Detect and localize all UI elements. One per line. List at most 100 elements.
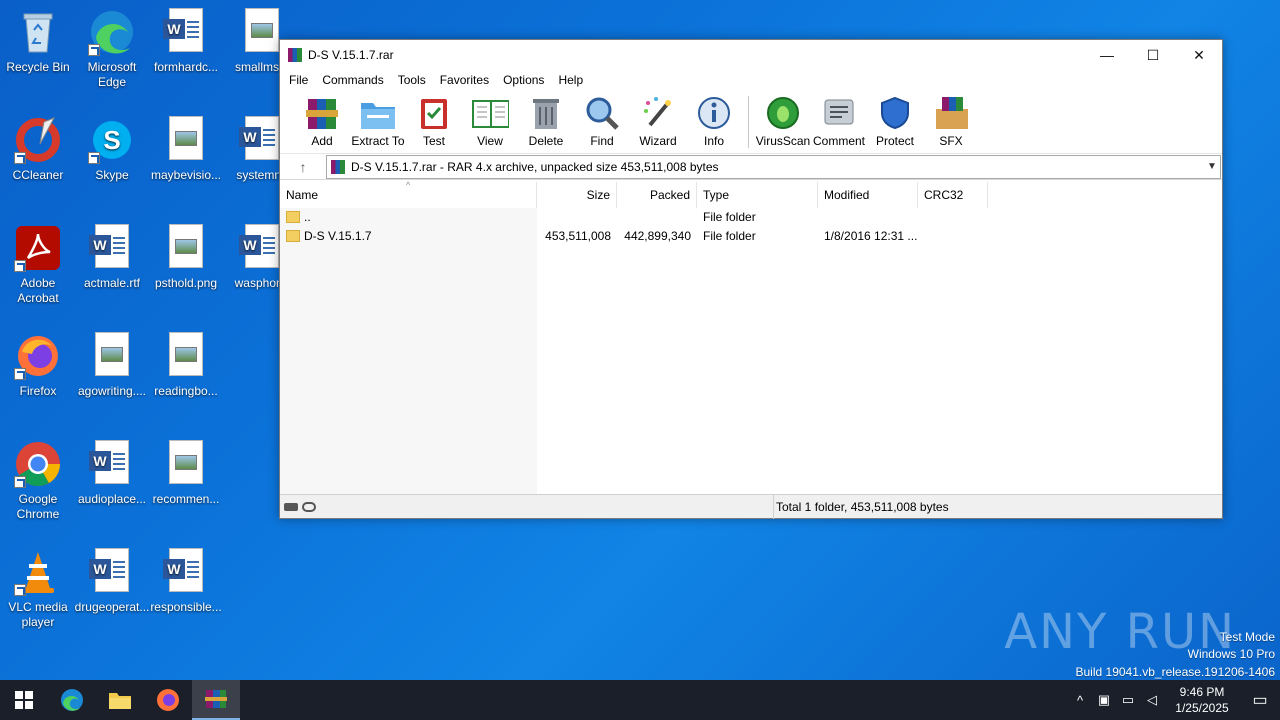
- clock[interactable]: 9:46 PM 1/25/2025: [1164, 684, 1240, 716]
- column-headers: ^ Name Size Packed Type Modified CRC32: [280, 180, 1222, 208]
- drive-icon[interactable]: [284, 502, 298, 511]
- row-modified: 1/8/2016 12:31 ...: [824, 229, 918, 243]
- desktop-icon-readingbo[interactable]: readingbo...: [148, 332, 224, 399]
- chevron-down-icon[interactable]: ▼: [1204, 161, 1220, 172]
- svg-text:S: S: [103, 125, 120, 155]
- desktop-icon-vlc[interactable]: VLC media player: [0, 548, 76, 630]
- toolbar-label: Info: [703, 134, 724, 148]
- desktop-icon-microsoft-edge[interactable]: Microsoft Edge: [74, 8, 150, 90]
- google-chrome-icon: [14, 440, 62, 488]
- windows-logo-icon: [15, 691, 33, 709]
- toolbar-label: Delete: [528, 134, 564, 148]
- menu-tools[interactable]: Tools: [391, 73, 433, 87]
- key-icon[interactable]: [302, 501, 316, 512]
- desktop-icon-agowriting[interactable]: agowriting....: [74, 332, 150, 399]
- wizard-wand-icon: [639, 94, 677, 132]
- microsoft-edge-icon: [61, 689, 83, 711]
- view-book-icon: [471, 94, 509, 132]
- delete-button[interactable]: Delete: [518, 92, 574, 148]
- device-icon[interactable]: ▣: [1092, 692, 1116, 708]
- sfx-button[interactable]: SFX: [923, 92, 979, 148]
- toolbar-label: View: [477, 134, 503, 148]
- protect-button[interactable]: Protect: [867, 92, 923, 148]
- desktop-icon-label: readingbo...: [154, 384, 218, 398]
- desktop-icon-responsible[interactable]: W responsible...: [148, 548, 224, 615]
- taskbar-firefox[interactable]: [144, 680, 192, 720]
- desktop-icon-label: Adobe Acrobat: [17, 276, 59, 305]
- comment-button[interactable]: Comment: [811, 92, 867, 148]
- file-row-folder[interactable]: D-S V.15.1.7 453,511,008 442,899,340 Fil…: [280, 227, 1222, 246]
- desktop-icon-label: VLC media player: [8, 600, 68, 629]
- desktop-icon-maybevisio[interactable]: maybevisio...: [148, 116, 224, 183]
- up-one-level-icon[interactable]: ↑: [280, 154, 326, 180]
- menu-options[interactable]: Options: [496, 73, 551, 87]
- desktop-icon-skype[interactable]: S Skype: [74, 116, 150, 183]
- desktop-icon-firefox[interactable]: Firefox: [0, 332, 76, 399]
- taskbar-file-explorer[interactable]: [96, 680, 144, 720]
- show-hidden-icons-chevron-icon[interactable]: ^: [1068, 693, 1092, 708]
- image-file-icon: [162, 332, 210, 380]
- shortcut-arrow-icon: [14, 476, 26, 488]
- column-header-modified[interactable]: Modified: [818, 182, 918, 208]
- add-button[interactable]: Add: [294, 92, 350, 148]
- minimize-button[interactable]: —: [1084, 40, 1130, 70]
- toolbar-label: Find: [590, 134, 614, 148]
- folder-icon: [286, 211, 300, 223]
- menu-file[interactable]: File: [282, 73, 315, 87]
- menu-favorites[interactable]: Favorites: [433, 73, 496, 87]
- desktop-icon-formhardc[interactable]: W formhardc...: [148, 8, 224, 75]
- notification-icon[interactable]: ▭: [1240, 690, 1280, 710]
- desktop-icon-drugeoperat[interactable]: W drugeoperat...: [74, 548, 150, 615]
- taskbar-winrar[interactable]: [192, 680, 240, 720]
- menu-bar: File Commands Tools Favorites Options He…: [280, 70, 1222, 90]
- windows-edition-text: Windows 10 Pro: [1187, 647, 1275, 661]
- column-header-size[interactable]: Size: [537, 182, 617, 208]
- winrar-icon: [205, 690, 227, 708]
- info-button[interactable]: Info: [686, 92, 742, 148]
- close-button[interactable]: ✕: [1176, 40, 1222, 70]
- desktop-icon-label: responsible...: [150, 600, 222, 614]
- desktop-icon-ccleaner[interactable]: CCleaner: [0, 116, 76, 183]
- folder-icon: [286, 230, 300, 242]
- column-header-packed[interactable]: Packed: [617, 182, 697, 208]
- build-info-text: Build 19041.vb_release.191206-1406: [1075, 665, 1276, 679]
- toolbar-label: Extract To: [351, 134, 405, 148]
- firefox-icon: [14, 332, 62, 380]
- maximize-button[interactable]: ☐: [1130, 40, 1176, 70]
- desktop-icon-recommen[interactable]: recommen...: [148, 440, 224, 507]
- find-button[interactable]: Find: [574, 92, 630, 148]
- start-button[interactable]: [0, 680, 48, 720]
- desktop-icon-label: drugeoperat...: [74, 600, 150, 614]
- toolbar-label: Protect: [875, 134, 914, 148]
- shortcut-arrow-icon: [14, 260, 26, 272]
- view-button[interactable]: View: [462, 92, 518, 148]
- image-file-icon: [162, 440, 210, 488]
- taskbar-edge[interactable]: [48, 680, 96, 720]
- file-row-parent[interactable]: .. File folder: [280, 208, 1222, 227]
- wizard-button[interactable]: Wizard: [630, 92, 686, 148]
- desktop-icon-actmale[interactable]: W actmale.rtf: [74, 224, 150, 291]
- microsoft-edge-icon: [88, 8, 136, 56]
- info-icon: [695, 94, 733, 132]
- test-mode-text: Test Mode: [1219, 630, 1275, 644]
- virusscan-button[interactable]: VirusScan: [755, 92, 811, 148]
- extract-folder-icon: [359, 94, 397, 132]
- column-header-crc32[interactable]: CRC32: [918, 182, 988, 208]
- skype-icon: S: [88, 116, 136, 164]
- desktop-icon-recycle-bin[interactable]: Recycle Bin: [0, 8, 76, 75]
- archive-path-dropdown[interactable]: D-S V.15.1.7.rar - RAR 4.x archive, unpa…: [326, 154, 1221, 179]
- desktop-icon-adobe-acrobat[interactable]: Adobe Acrobat: [0, 224, 76, 306]
- volume-icon[interactable]: ◁: [1140, 692, 1164, 708]
- test-button[interactable]: Test: [406, 92, 462, 148]
- title-bar[interactable]: D-S V.15.1.7.rar — ☐ ✕: [280, 40, 1222, 70]
- desktop-icon-psthold[interactable]: psthold.png: [148, 224, 224, 291]
- menu-commands[interactable]: Commands: [315, 73, 390, 87]
- menu-help[interactable]: Help: [551, 73, 590, 87]
- desktop-icon-audioplace[interactable]: W audioplace...: [74, 440, 150, 507]
- desktop-icon-google-chrome[interactable]: Google Chrome: [0, 440, 76, 522]
- desktop-icon-label: Microsoft Edge: [87, 60, 137, 89]
- column-header-type[interactable]: Type: [697, 182, 818, 208]
- extract-to-button[interactable]: Extract To: [350, 92, 406, 148]
- shortcut-arrow-icon: [14, 584, 26, 596]
- network-icon[interactable]: ▭: [1116, 692, 1140, 708]
